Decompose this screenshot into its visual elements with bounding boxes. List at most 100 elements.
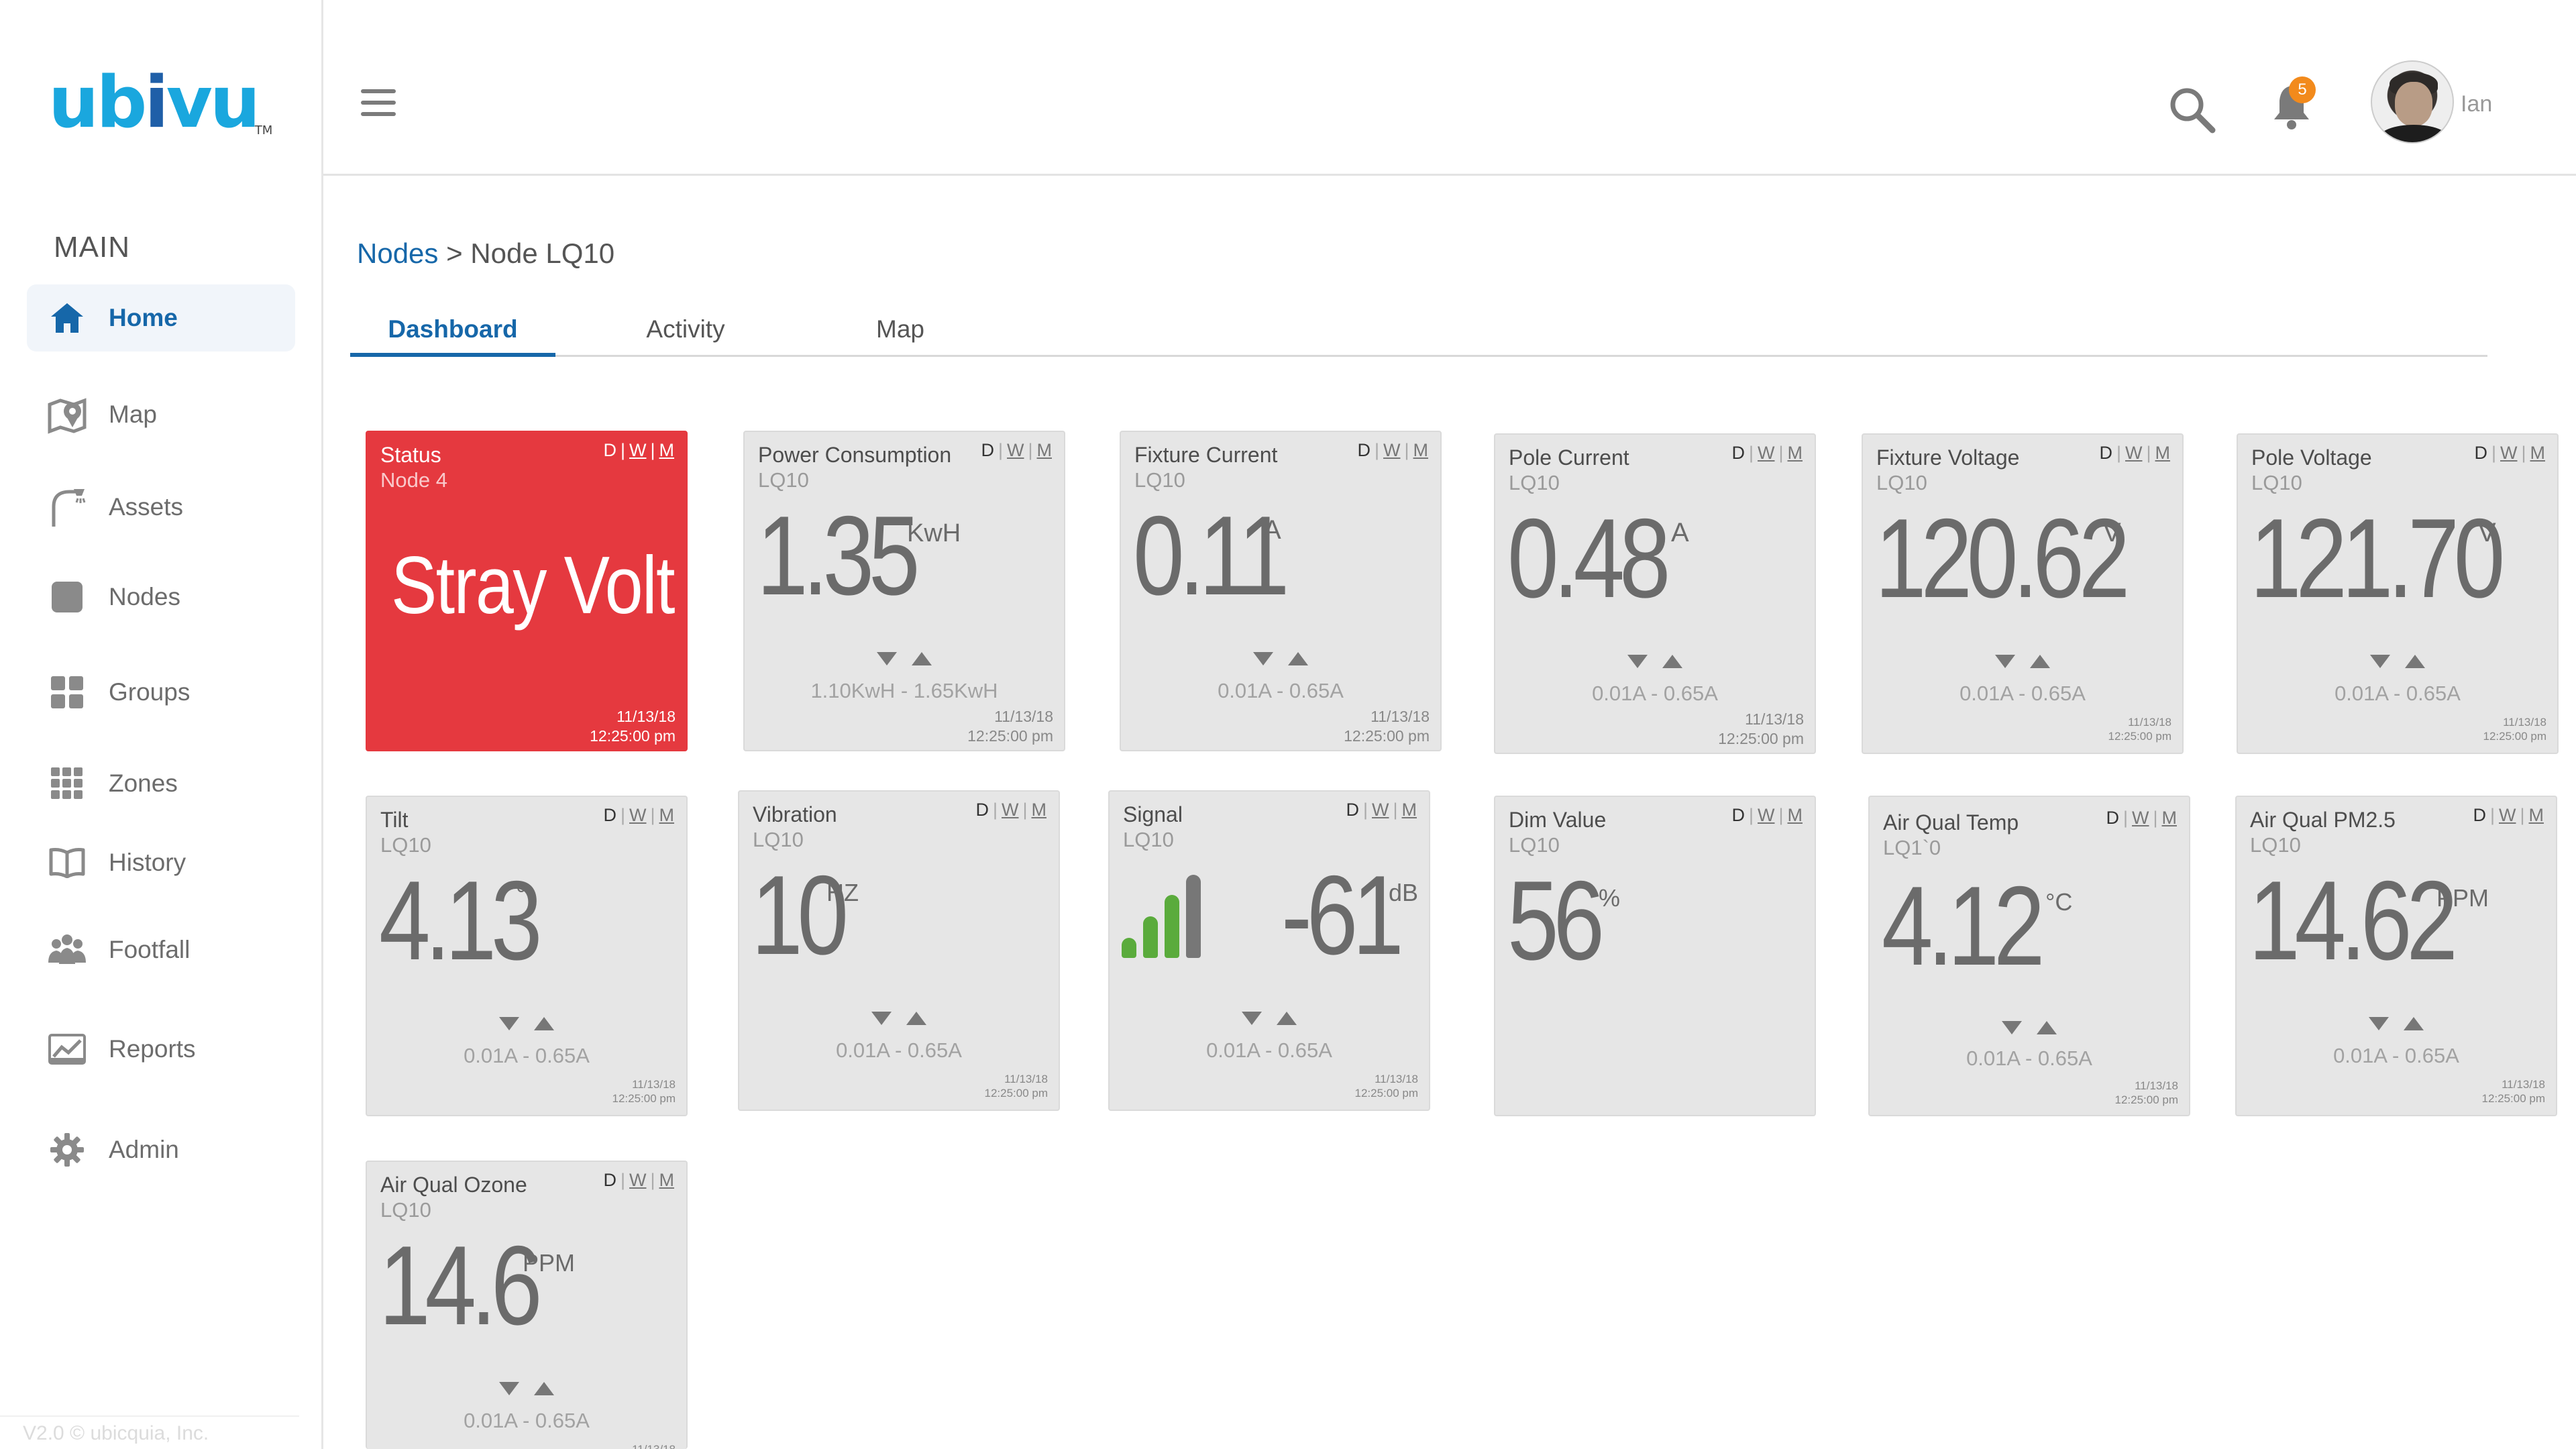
range-week[interactable]: W	[2499, 805, 2516, 825]
fixture-voltage-card[interactable]: Fixture Voltage LQ10 D | W | M 120.62 V 0.01…	[1862, 433, 2184, 754]
breadcrumb-nodes-link[interactable]: Nodes	[357, 237, 438, 269]
sidebar-item-admin[interactable]: Admin	[27, 1116, 295, 1183]
range-day[interactable]: D	[1357, 440, 1371, 460]
dim-value-card[interactable]: Dim Value LQ10 D | W | M 56 %	[1494, 796, 1816, 1116]
air-qual-ozone-card[interactable]: Air Qual Ozone LQ10 D | W | M 14.6 PPM 0.01A…	[366, 1161, 688, 1449]
increase-arrow[interactable]	[1277, 1012, 1297, 1025]
tab-dashboard[interactable]: Dashboard	[350, 310, 555, 357]
increase-arrow[interactable]	[534, 1017, 554, 1030]
signal-card[interactable]: Signal LQ10 D | W | M -61 dB 0.01A - 0.65A 1…	[1108, 790, 1430, 1111]
range-day[interactable]: D	[603, 805, 616, 825]
decrease-arrow[interactable]	[1242, 1012, 1262, 1025]
vibration-card[interactable]: Vibration LQ10 D | W | M 10 HZ 0.01A - 0.65A…	[738, 790, 1060, 1111]
decrease-arrow[interactable]	[1627, 655, 1648, 668]
increase-arrow[interactable]	[2405, 655, 2425, 668]
metric-unit: A	[1263, 515, 1281, 545]
range-month[interactable]: M	[1788, 805, 1803, 825]
sidebar-item-map[interactable]: Map	[27, 381, 295, 448]
sidebar-item-home[interactable]: Home	[27, 284, 295, 352]
increase-arrow[interactable]	[2030, 655, 2050, 668]
range-month[interactable]: M	[1032, 800, 1047, 820]
range-day[interactable]: D	[2099, 443, 2112, 463]
range-month[interactable]: M	[2162, 808, 2178, 828]
sidebar-item-nodes[interactable]: Nodes	[27, 564, 295, 631]
range-week[interactable]: W	[2125, 443, 2142, 463]
sidebar-item-assets[interactable]: Assets	[27, 474, 295, 541]
decrease-arrow[interactable]	[1995, 655, 2015, 668]
range-day[interactable]: D	[2474, 443, 2487, 463]
range-day[interactable]: D	[1731, 805, 1745, 825]
card-timestamp: 11/13/18 12:25:00 pm	[612, 1078, 676, 1106]
increase-arrow[interactable]	[534, 1382, 554, 1395]
decrease-arrow[interactable]	[1253, 652, 1273, 665]
increase-arrow[interactable]	[912, 652, 932, 665]
decrease-arrow[interactable]	[871, 1012, 892, 1025]
tab-map[interactable]: Map	[820, 310, 981, 357]
status-card[interactable]: Status Node 4 D | W | M Stray Volt 11/13/18 1…	[366, 431, 688, 751]
range-month[interactable]: M	[1037, 440, 1053, 460]
increase-arrow[interactable]	[906, 1012, 926, 1025]
fixture-current-card[interactable]: Fixture Current LQ10 D | W | M 0.11 A 0.01A …	[1120, 431, 1442, 751]
increase-arrow[interactable]	[1288, 652, 1308, 665]
decrease-arrow[interactable]	[499, 1017, 519, 1030]
decrease-arrow[interactable]	[2002, 1021, 2022, 1034]
menu-toggle-button[interactable]	[361, 89, 396, 116]
range-week[interactable]: W	[629, 1170, 646, 1190]
sidebar-item-zones[interactable]: Zones	[27, 750, 295, 817]
range-day[interactable]: D	[2106, 808, 2119, 828]
air-qual-temp-card[interactable]: Air Qual Temp LQ1`0 D | W | M 4.12 °C 0.01A …	[1868, 796, 2190, 1116]
range-toggle: D | W | M	[1357, 440, 1429, 460]
range-month[interactable]: M	[2529, 805, 2544, 825]
range-day[interactable]: D	[981, 440, 994, 460]
increase-arrow[interactable]	[1662, 655, 1682, 668]
range-week[interactable]: W	[1758, 805, 1774, 825]
range-week[interactable]: W	[1007, 440, 1024, 460]
range-month[interactable]: M	[659, 805, 675, 825]
range-day[interactable]: D	[603, 1170, 616, 1190]
range-day[interactable]: D	[603, 440, 616, 460]
range-week[interactable]: W	[2132, 808, 2149, 828]
power-consumption-card[interactable]: Power Consumption LQ10 D | W | M 1.35 KwH 1.…	[743, 431, 1065, 751]
range-month[interactable]: M	[1402, 800, 1417, 820]
range-day[interactable]: D	[2473, 805, 2486, 825]
increase-arrow[interactable]	[2404, 1017, 2424, 1030]
threshold-range: 0.01A - 0.65A	[1966, 1046, 2092, 1070]
range-month[interactable]: M	[659, 440, 675, 460]
range-day[interactable]: D	[975, 800, 989, 820]
range-week[interactable]: W	[1372, 800, 1389, 820]
range-week[interactable]: W	[629, 805, 646, 825]
tab-activity[interactable]: Activity	[594, 310, 777, 357]
range-day[interactable]: D	[1731, 443, 1745, 463]
ubivu-logo[interactable]: ubivu TM	[48, 67, 272, 138]
sidebar-item-reports[interactable]: Reports	[27, 1016, 295, 1083]
range-month[interactable]: M	[2530, 443, 2546, 463]
pole-voltage-card[interactable]: Pole Voltage LQ10 D | W | M 121.70 V 0.01A -…	[2237, 433, 2559, 754]
range-day[interactable]: D	[1346, 800, 1359, 820]
search-button[interactable]	[2168, 86, 2216, 134]
range-week[interactable]: W	[1383, 440, 1400, 460]
increase-arrow[interactable]	[2037, 1021, 2057, 1034]
range-week[interactable]: W	[2500, 443, 2517, 463]
range-month[interactable]: M	[1413, 440, 1429, 460]
user-avatar[interactable]	[2371, 60, 2454, 144]
decrease-arrow[interactable]	[2370, 655, 2390, 668]
decrease-arrow[interactable]	[499, 1382, 519, 1395]
air-qual-pm25-card[interactable]: Air Qual PM2.5 LQ10 D | W | M 14.62 PPM 0.01…	[2235, 796, 2557, 1116]
sidebar-item-history[interactable]: History	[27, 829, 295, 896]
pole-current-card[interactable]: Pole Current LQ10 D | W | M 0.48 A 0.01A - 0…	[1494, 433, 1816, 754]
decrease-arrow[interactable]	[877, 652, 897, 665]
sidebar-item-footfall[interactable]: Footfall	[27, 916, 295, 983]
book-icon	[47, 843, 87, 883]
range-month[interactable]: M	[2155, 443, 2171, 463]
status-value: Stray Volt	[391, 539, 675, 631]
range-week[interactable]: W	[1758, 443, 1774, 463]
threshold-range: 0.01A - 0.65A	[1218, 679, 1344, 702]
range-month[interactable]: M	[1788, 443, 1803, 463]
user-name[interactable]: Ian	[2461, 91, 2492, 117]
decrease-arrow[interactable]	[2369, 1017, 2389, 1030]
range-month[interactable]: M	[659, 1170, 675, 1190]
range-week[interactable]: W	[1002, 800, 1018, 820]
sidebar-item-groups[interactable]: Groups	[27, 659, 295, 726]
range-week[interactable]: W	[629, 440, 646, 460]
tilt-card[interactable]: Tilt LQ10 D | W | M 4.13 ° 0.01A - 0.65A 11/…	[366, 796, 688, 1116]
